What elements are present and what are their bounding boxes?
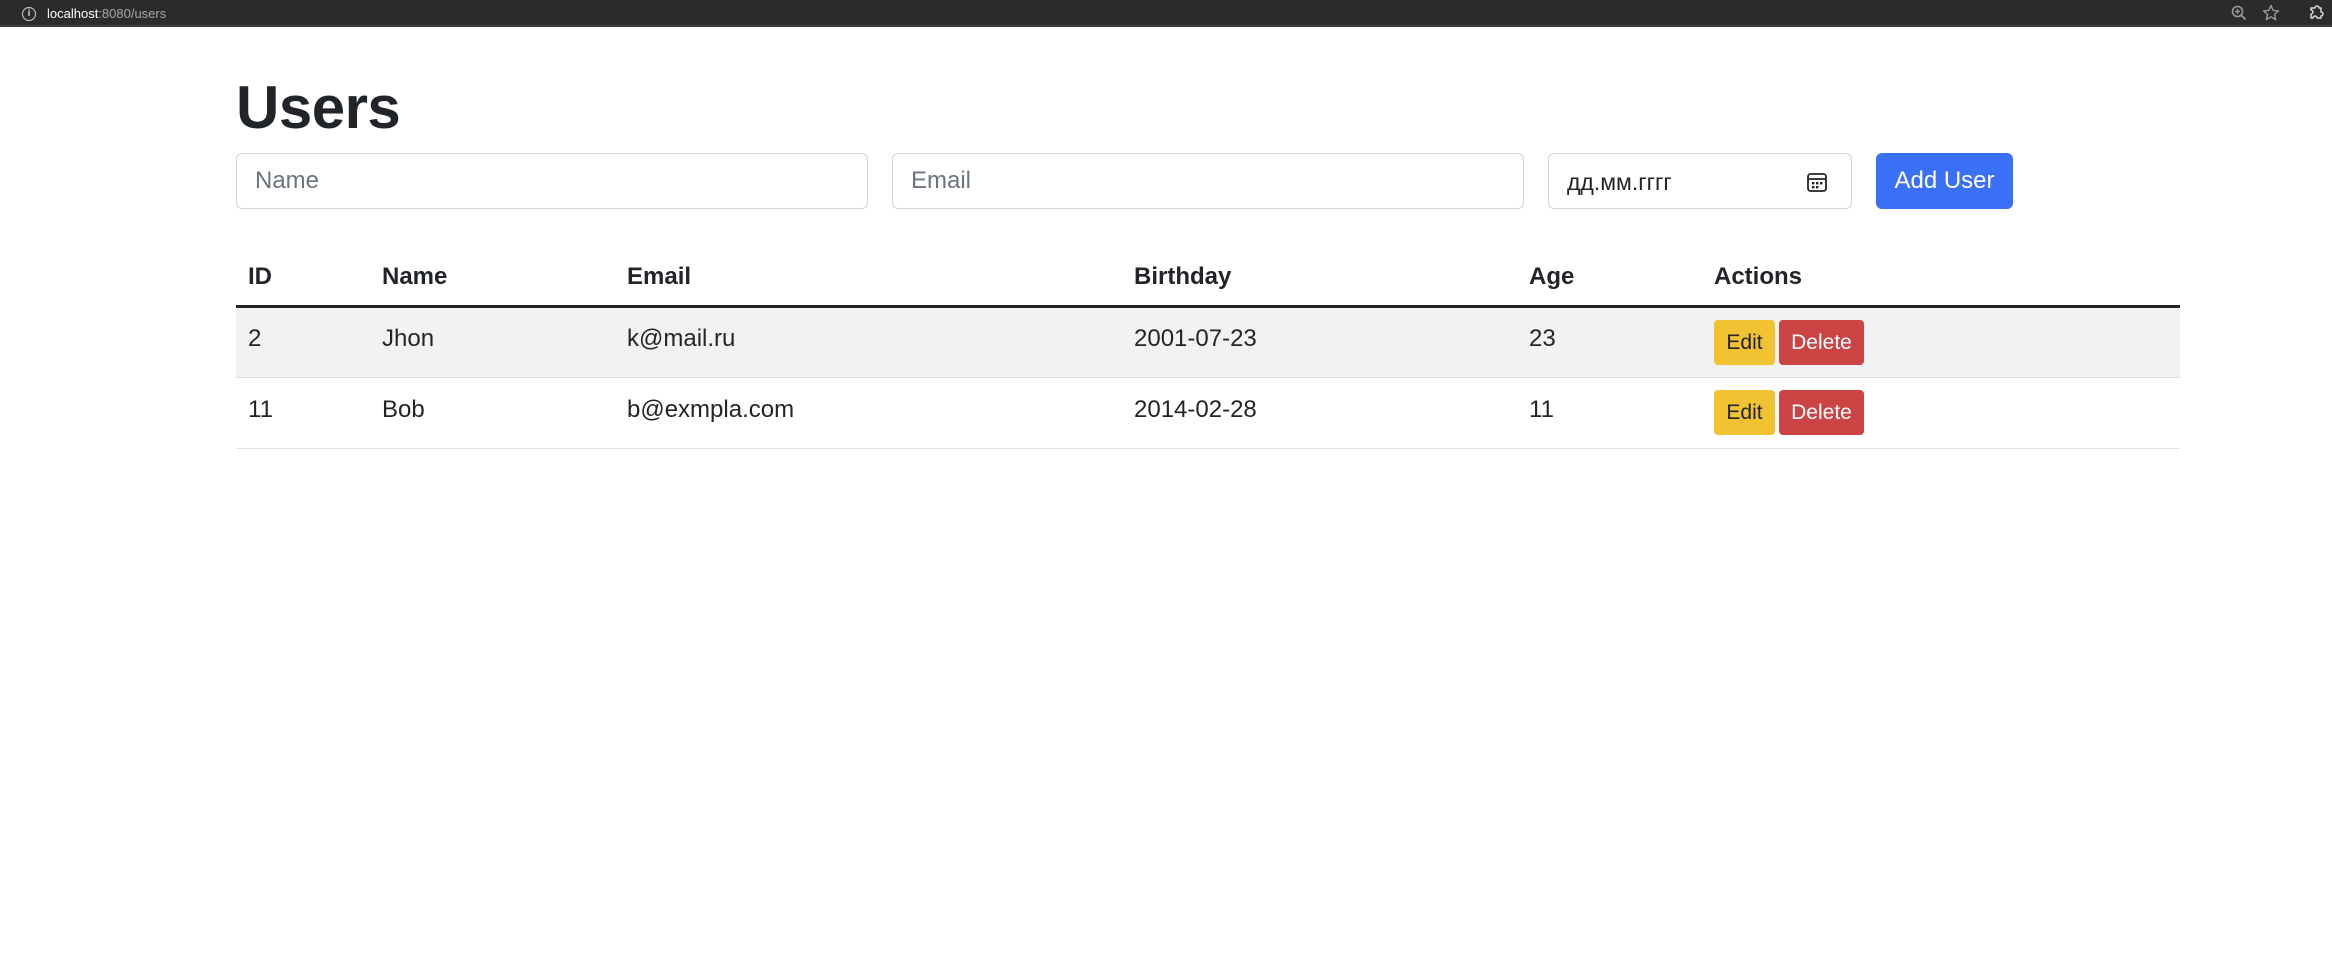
column-header-actions: Actions [1702, 250, 2180, 308]
page-title: Users [236, 74, 401, 141]
cell-id: 11 [236, 377, 370, 449]
cell-age: 23 [1517, 306, 1702, 378]
column-header-id: ID [236, 250, 370, 308]
zoom-icon[interactable] [2230, 4, 2248, 22]
column-header-email: Email [615, 250, 1122, 308]
date-placeholder: дд.мм.гггг [1567, 169, 1672, 195]
cell-actions: Edit Delete [1702, 306, 2180, 378]
email-input[interactable] [892, 153, 1524, 209]
cell-id: 2 [236, 306, 370, 378]
url-path: :8080/users [98, 6, 167, 21]
cell-age-text: 11 [1529, 395, 1554, 423]
extensions-icon[interactable] [2307, 4, 2325, 22]
cell-birthday: 2014-02-28 [1122, 377, 1517, 449]
cell-age: 11 [1517, 377, 1702, 449]
users-table: ID Name Email Birthday Age Actions 2 Jho… [236, 250, 2180, 449]
delete-button[interactable]: Delete [1779, 390, 1864, 435]
cell-name: Jhon [370, 306, 615, 378]
table-row: 11 Bob b@exmpla.com 2014-02-28 11 Edit De… [236, 377, 2180, 449]
cell-id-text: 11 [248, 395, 273, 423]
cell-birthday: 2001-07-23 [1122, 306, 1517, 378]
edit-button[interactable]: Edit [1714, 319, 1775, 365]
calendar-icon[interactable] [1805, 170, 1829, 194]
cell-actions: Edit Delete [1702, 377, 2180, 449]
cell-name-text: Bob [382, 395, 425, 423]
name-input[interactable] [236, 153, 868, 209]
delete-button[interactable]: Delete [1779, 319, 1864, 365]
cell-birthday-text: 2014-02-28 [1134, 395, 1257, 423]
info-icon[interactable]: i [22, 7, 36, 21]
cell-name-text: Jhon [382, 325, 435, 352]
add-user-button[interactable]: Add User [1876, 153, 2013, 209]
browser-toolbar: i localhost:8080/users [0, 0, 2332, 27]
cell-id-text: 2 [248, 325, 262, 352]
cell-name: Bob [370, 377, 615, 449]
column-header-age: Age [1517, 250, 1702, 308]
cell-email: b@exmpla.com [615, 377, 1122, 449]
table-row: 2 Jhon k@mail.ru 2001-07-23 23 Edit Delet… [236, 306, 2180, 378]
cell-age-text: 23 [1529, 325, 1556, 352]
birthday-date-input[interactable]: дд.мм.гггг [1548, 153, 1852, 209]
table-header-row: ID Name Email Birthday Age Actions [236, 250, 2180, 308]
url-host: localhost [47, 6, 99, 21]
edit-button[interactable]: Edit [1714, 390, 1775, 435]
star-icon[interactable] [2262, 4, 2280, 22]
cell-email-text: k@mail.ru [627, 325, 736, 352]
column-header-name: Name [370, 250, 615, 308]
cell-birthday-text: 2001-07-23 [1134, 325, 1257, 352]
address-bar[interactable]: i localhost:8080/users [6, 1, 2294, 25]
column-header-birthday: Birthday [1122, 250, 1517, 308]
cell-email: k@mail.ru [615, 306, 1122, 378]
cell-email-text: b@exmpla.com [627, 395, 795, 423]
url-text[interactable]: localhost:8080/users [47, 6, 166, 22]
